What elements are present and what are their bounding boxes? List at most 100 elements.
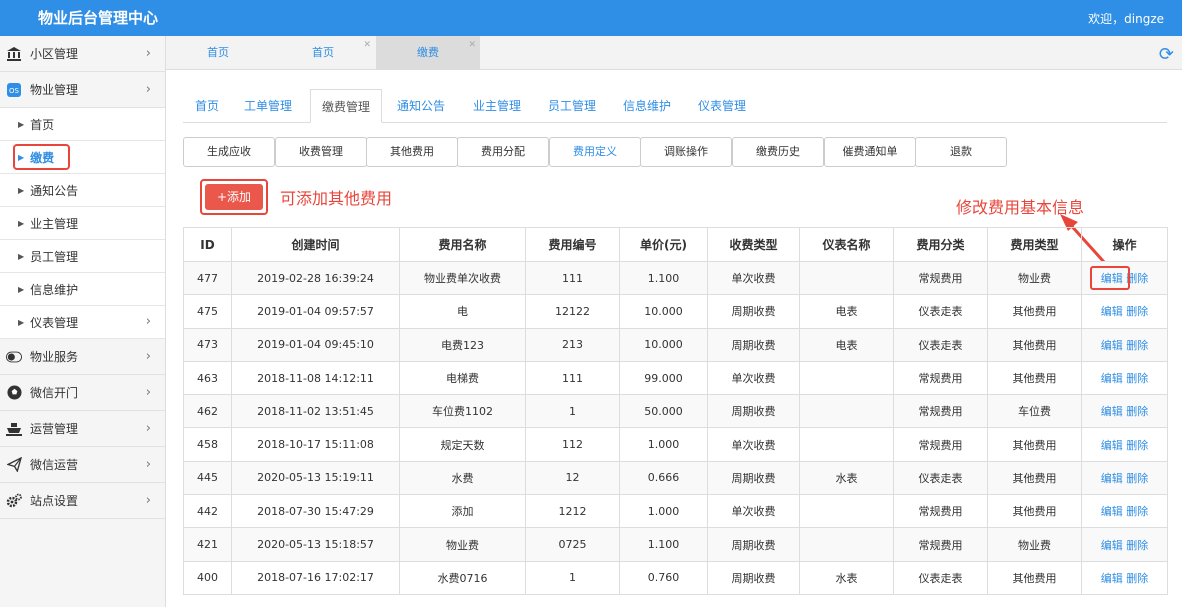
- table-header-row: ID 创建时间 费用名称 费用编号 单价(元) 收费类型 仪表名称 费用分类 费…: [183, 227, 1168, 262]
- col-header-meter-name: 仪表名称: [799, 227, 894, 262]
- edit-link[interactable]: 编辑: [1101, 439, 1123, 452]
- edit-link[interactable]: 编辑: [1101, 339, 1123, 352]
- delete-link[interactable]: 删除: [1126, 339, 1148, 352]
- table-cell-actions: 编辑 删除: [1081, 394, 1168, 429]
- table-cell: 水表: [799, 560, 894, 595]
- tab-staff[interactable]: 员工管理: [541, 89, 603, 123]
- delete-link[interactable]: 删除: [1126, 272, 1148, 285]
- sidebar-item-site-settings[interactable]: 站点设置 ›: [0, 483, 165, 519]
- table-cell: 10.000: [619, 294, 708, 329]
- btn-payment-history[interactable]: 缴费历史: [732, 137, 824, 167]
- edit-link[interactable]: 编辑: [1101, 539, 1123, 552]
- btn-charge-mgmt[interactable]: 收费管理: [275, 137, 367, 167]
- table-cell: 单次收费: [707, 427, 800, 462]
- caret-right-icon: ▶: [18, 284, 25, 294]
- tab-owner[interactable]: 业主管理: [466, 89, 528, 123]
- table-cell: 电梯费: [399, 360, 526, 396]
- chevron-right-icon: ›: [145, 493, 151, 508]
- table-cell: 周期收费: [707, 527, 800, 562]
- table-cell: 电表: [799, 327, 894, 362]
- tab-info[interactable]: 信息维护: [616, 89, 678, 123]
- tab-notice[interactable]: 通知公告: [390, 89, 452, 123]
- table-cell: 1: [525, 560, 620, 595]
- table-row: 445 2020-05-13 15:19:11 水费 12 0.666 周期收费 水表 仪表走…: [183, 460, 1168, 496]
- sidebar-sub-info[interactable]: ▶ 信息维护: [0, 273, 165, 306]
- edit-link[interactable]: 编辑: [1101, 505, 1123, 518]
- sidebar-item-wechat-door[interactable]: 微信开门 ›: [0, 375, 165, 411]
- delete-link[interactable]: 删除: [1126, 405, 1148, 418]
- table-row: 421 2020-05-13 15:18:57 物业费 0725 1.100 周期收费 常规…: [183, 527, 1168, 562]
- sidebar-item-community[interactable]: 小区管理 ›: [0, 36, 165, 72]
- toggle-icon: [6, 349, 22, 365]
- edit-link[interactable]: 编辑: [1101, 572, 1123, 585]
- edit-link[interactable]: 编辑: [1101, 372, 1123, 385]
- col-header-actions: 操作: [1081, 227, 1168, 262]
- table-row: 400 2018-07-16 17:02:17 水费0716 1 0.760 周期收费 水表…: [183, 560, 1168, 595]
- sidebar-sub-home[interactable]: ▶ 首页: [0, 108, 165, 141]
- page-tab-home[interactable]: 首页: [166, 36, 270, 70]
- sidebar-sub-notice[interactable]: ▶ 通知公告: [0, 174, 165, 207]
- edit-link[interactable]: 编辑: [1101, 305, 1123, 318]
- refresh-icon[interactable]: ⟳: [1159, 44, 1174, 65]
- tab-payment-mgmt[interactable]: 缴费管理: [310, 89, 382, 123]
- btn-adjust[interactable]: 调账操作: [640, 137, 732, 167]
- delete-link[interactable]: 删除: [1126, 372, 1148, 385]
- table-cell: 水表: [799, 460, 894, 496]
- table-cell: 常规费用: [893, 360, 988, 396]
- table-cell: 2018-11-08 14:12:11: [231, 360, 400, 396]
- btn-fee-allocation[interactable]: 费用分配: [457, 137, 549, 167]
- table-cell: 50.000: [619, 394, 708, 429]
- table-cell: 其他费用: [987, 427, 1082, 462]
- edit-link[interactable]: 编辑: [1101, 472, 1123, 485]
- delete-link[interactable]: 删除: [1126, 539, 1148, 552]
- tab-workorder[interactable]: 工单管理: [235, 89, 301, 123]
- caret-right-icon: ▶: [18, 251, 25, 261]
- sidebar-item-property[interactable]: OS 物业管理 ›: [0, 72, 165, 108]
- delete-link[interactable]: 删除: [1126, 572, 1148, 585]
- tab-home[interactable]: 首页: [183, 89, 231, 123]
- add-button[interactable]: +添加: [205, 184, 263, 210]
- table-cell: 213: [525, 327, 620, 362]
- sidebar-item-service[interactable]: 物业服务 ›: [0, 339, 165, 375]
- welcome-user[interactable]: 欢迎，dingze: [1088, 10, 1164, 27]
- btn-other-fees[interactable]: 其他费用: [366, 137, 458, 167]
- table-row: 442 2018-07-30 15:47:29 添加 1212 1.000 单次收费 常规费…: [183, 494, 1168, 529]
- page-tab-payment[interactable]: 缴费 ✕: [376, 36, 480, 70]
- sidebar-sub-staff[interactable]: ▶ 员工管理: [0, 240, 165, 273]
- edit-link[interactable]: 编辑: [1101, 405, 1123, 418]
- send-icon: [6, 457, 22, 473]
- sidebar-item-label: 微信开门: [30, 386, 79, 400]
- table-row: 462 2018-11-02 13:51:45 车位费1102 1 50.000 周期收费…: [183, 394, 1168, 429]
- delete-link[interactable]: 删除: [1126, 305, 1148, 318]
- btn-generate-receivable[interactable]: 生成应收: [183, 137, 275, 167]
- delete-link[interactable]: 删除: [1126, 472, 1148, 485]
- table-cell: 单次收费: [707, 494, 800, 529]
- col-header-unit-price: 单价(元): [619, 227, 708, 262]
- sidebar-sub-payment[interactable]: ▶ 缴费: [0, 141, 165, 174]
- btn-reminder-notice[interactable]: 催费通知单: [824, 137, 916, 167]
- tab-meter[interactable]: 仪表管理: [691, 89, 753, 123]
- table-cell: 473: [183, 327, 232, 362]
- delete-link[interactable]: 删除: [1126, 505, 1148, 518]
- table-cell: 周期收费: [707, 460, 800, 496]
- table-cell: 99.000: [619, 360, 708, 396]
- btn-refund[interactable]: 退款: [915, 137, 1007, 167]
- delete-link[interactable]: 删除: [1126, 439, 1148, 452]
- sidebar-sub-owner[interactable]: ▶ 业主管理: [0, 207, 165, 240]
- sidebar: 小区管理 › OS 物业管理 › ▶ 首页 ▶ 缴费 ▶ 通知公告 ▶ 业主管理…: [0, 36, 166, 607]
- close-icon[interactable]: ✕: [363, 28, 371, 62]
- sidebar-sub-meter[interactable]: ▶ 仪表管理 ›: [0, 306, 165, 339]
- chevron-right-icon: ›: [145, 385, 151, 400]
- sidebar-sub-label: 员工管理: [30, 249, 79, 264]
- table-row: 477 2019-02-28 16:39:24 物业费单次收费 111 1.100 单次收…: [183, 260, 1168, 296]
- edit-link[interactable]: 编辑: [1101, 272, 1123, 285]
- table-cell: 458: [183, 427, 232, 462]
- col-header-fee-type: 费用类型: [987, 227, 1082, 262]
- close-icon[interactable]: ✕: [468, 28, 476, 62]
- sidebar-item-wechat-ops[interactable]: 微信运营 ›: [0, 447, 165, 483]
- page-tabs: 首页 首页 ✕ 缴费 ✕ ⟳: [166, 36, 1182, 70]
- sidebar-item-operation[interactable]: 运营管理 ›: [0, 411, 165, 447]
- btn-fee-definition[interactable]: 费用定义: [549, 137, 641, 167]
- page-tab-home-2[interactable]: 首页 ✕: [271, 36, 375, 70]
- ship-icon: [6, 421, 22, 437]
